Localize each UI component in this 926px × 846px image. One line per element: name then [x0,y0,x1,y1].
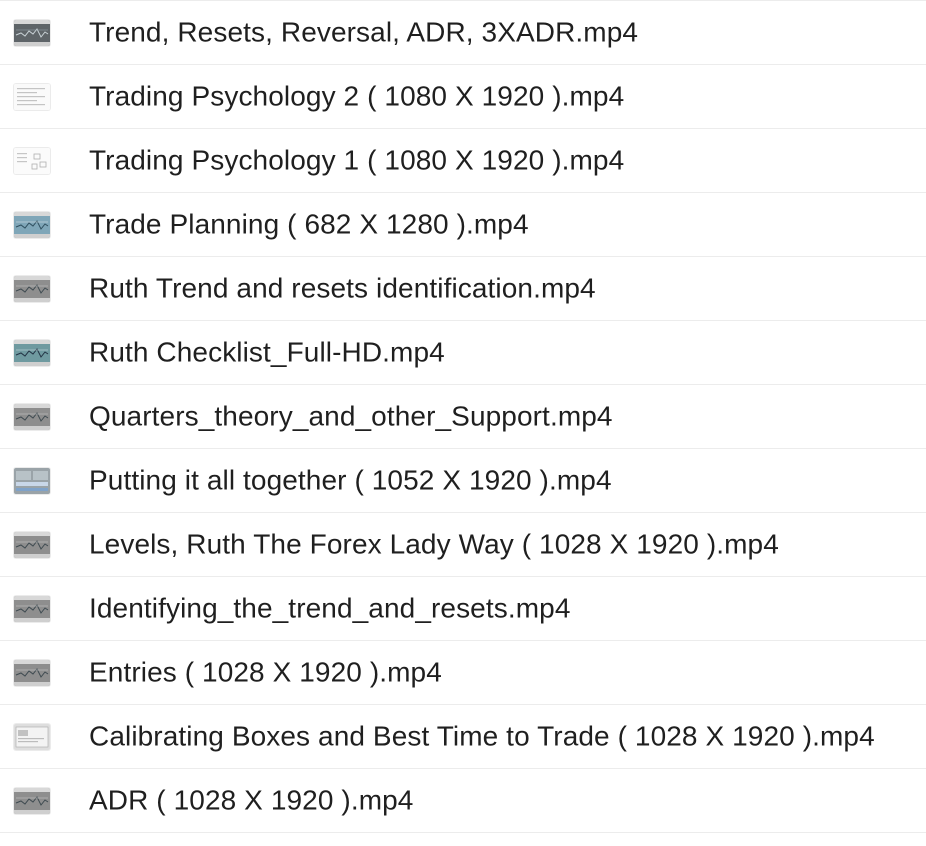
file-name: Trade Planning ( 682 X 1280 ).mp4 [89,207,529,239]
file-row[interactable]: Trend, Resets, Reversal, ADR, 3XADR.mp4 [0,1,926,65]
file-name: Ruth Checklist_Full-HD.mp4 [89,335,445,367]
file-row[interactable]: Putting it all together ( 1052 X 1920 ).… [0,449,926,513]
file-name: Trading Psychology 1 ( 1080 X 1920 ).mp4 [89,143,625,175]
chart-video-thumbnail-icon [14,467,50,494]
file-row[interactable]: ADR ( 1028 X 1920 ).mp4 [0,769,926,833]
chart-video-thumbnail-icon [14,211,50,238]
file-list: Trend, Resets, Reversal, ADR, 3XADR.mp4 … [0,0,926,833]
file-row[interactable]: Calibrating Boxes and Best Time to Trade… [0,705,926,769]
file-name: Trading Psychology 2 ( 1080 X 1920 ).mp4 [89,79,625,111]
file-row[interactable]: Trading Psychology 2 ( 1080 X 1920 ).mp4 [0,65,926,129]
chart-video-thumbnail-icon [14,19,50,46]
file-name: Trend, Resets, Reversal, ADR, 3XADR.mp4 [89,15,639,47]
file-row[interactable]: Ruth Trend and resets identification.mp4 [0,257,926,321]
chart-video-thumbnail-icon [14,723,50,750]
file-row[interactable]: Trading Psychology 1 ( 1080 X 1920 ).mp4 [0,129,926,193]
file-name: ADR ( 1028 X 1920 ).mp4 [89,783,414,815]
chart-video-thumbnail-icon [14,531,50,558]
file-row[interactable]: Trade Planning ( 682 X 1280 ).mp4 [0,193,926,257]
file-row[interactable]: Identifying_the_trend_and_resets.mp4 [0,577,926,641]
chart-video-thumbnail-icon [14,403,50,430]
file-name: Putting it all together ( 1052 X 1920 ).… [89,463,612,495]
chart-video-thumbnail-icon [14,787,50,814]
chart-video-thumbnail-icon [14,339,50,366]
document-video-thumbnail-icon [14,83,50,110]
diagram-video-thumbnail-icon [14,147,50,174]
chart-video-thumbnail-icon [14,659,50,686]
file-name: Quarters_theory_and_other_Support.mp4 [89,399,613,431]
file-name: Calibrating Boxes and Best Time to Trade… [89,719,875,751]
chart-video-thumbnail-icon [14,595,50,622]
file-name: Entries ( 1028 X 1920 ).mp4 [89,655,442,687]
file-row[interactable]: Levels, Ruth The Forex Lady Way ( 1028 X… [0,513,926,577]
file-row[interactable]: Ruth Checklist_Full-HD.mp4 [0,321,926,385]
file-name: Identifying_the_trend_and_resets.mp4 [89,591,571,623]
file-row[interactable]: Entries ( 1028 X 1920 ).mp4 [0,641,926,705]
file-name: Ruth Trend and resets identification.mp4 [89,271,596,303]
file-name: Levels, Ruth The Forex Lady Way ( 1028 X… [89,527,779,559]
file-row[interactable]: Quarters_theory_and_other_Support.mp4 [0,385,926,449]
chart-video-thumbnail-icon [14,275,50,302]
